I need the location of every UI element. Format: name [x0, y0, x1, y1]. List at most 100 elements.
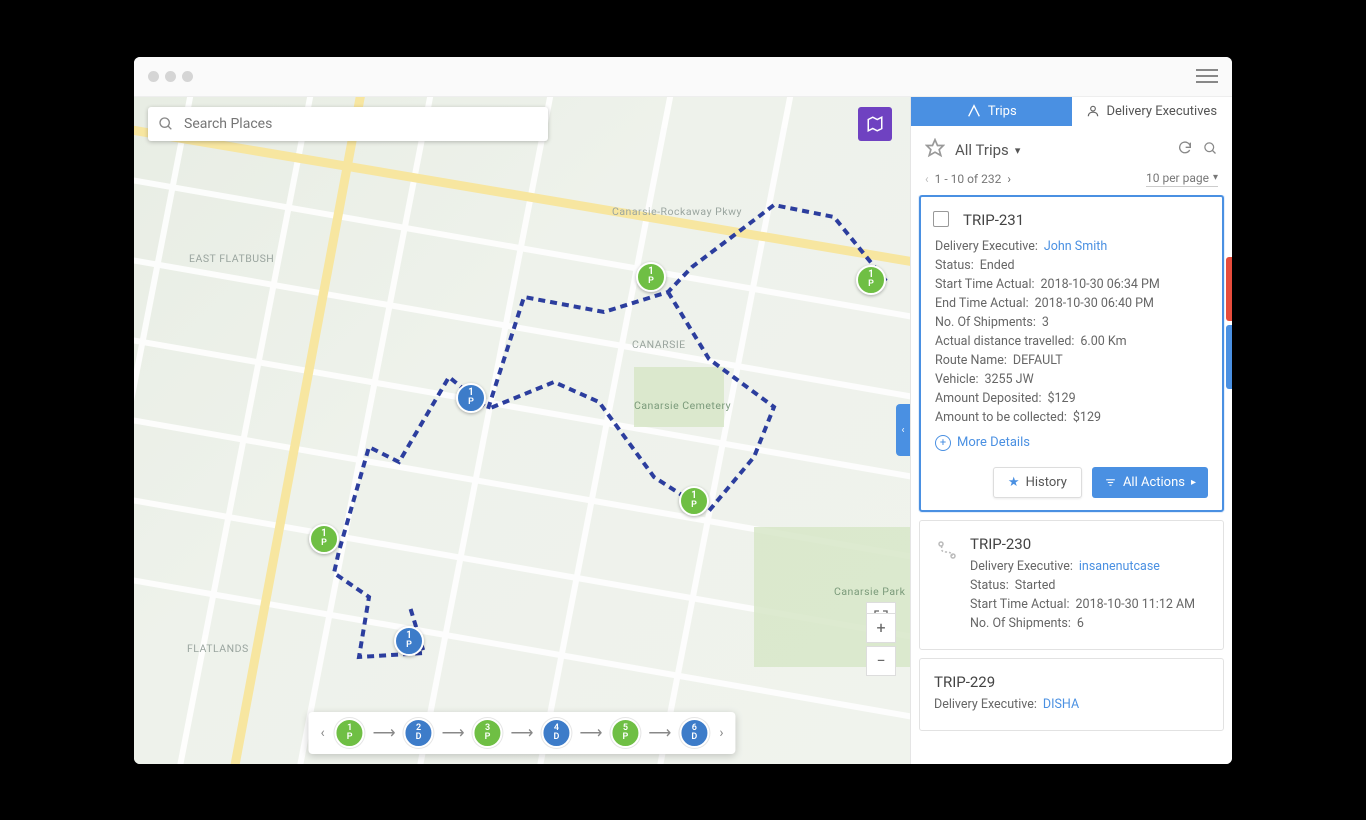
value: 2018-10-30 11:12 AM [1076, 597, 1196, 612]
value: $129 [1048, 391, 1076, 406]
label: Delivery Executive: [935, 239, 1038, 254]
executive-link[interactable]: John Smith [1044, 239, 1107, 254]
search-button[interactable] [1203, 141, 1218, 160]
label: Delivery Executive: [934, 697, 1037, 712]
map-label-cemetery: Canarsie Cemetery [634, 399, 731, 412]
value: 2018-10-30 06:40 PM [1035, 296, 1154, 311]
map-label-flatbush: EAST FLATBUSH [189, 252, 274, 265]
value: DEFAULT [1013, 353, 1063, 368]
arrow-right-icon: ⟶ [373, 723, 396, 742]
value: 3 [1042, 315, 1049, 330]
zoom-in-button[interactable]: + [866, 613, 896, 643]
tab-executives-label: Delivery Executives [1106, 104, 1217, 119]
plus-circle-icon: + [935, 435, 951, 451]
value: 2018-10-30 06:34 PM [1041, 277, 1160, 292]
all-actions-button[interactable]: All Actions ▸ [1092, 467, 1208, 498]
search-input[interactable] [184, 116, 538, 132]
chevron-left-icon: ‹ [901, 425, 904, 436]
label: No. Of Shipments: [935, 315, 1036, 330]
map-marker[interactable]: 1P [456, 383, 486, 413]
tab-trips[interactable]: Trips [911, 97, 1072, 126]
map-layers-button[interactable] [858, 107, 892, 141]
history-button[interactable]: ★ History [993, 467, 1082, 498]
value: 3255 JW [984, 372, 1033, 387]
chevron-down-icon: ▾ [1213, 172, 1218, 183]
label: Actual distance travelled: [935, 334, 1074, 349]
label: Status: [970, 578, 1009, 593]
label: End Time Actual: [935, 296, 1029, 311]
stops-prev-button[interactable]: ‹ [318, 725, 326, 741]
filter-icon [1104, 476, 1117, 489]
search-icon [1203, 141, 1218, 156]
star-icon: ★ [1008, 475, 1020, 490]
label: Status: [935, 258, 974, 273]
filter-title-label: All Trips [955, 141, 1009, 159]
value: Started [1015, 578, 1056, 593]
scroll-indicator[interactable] [1226, 257, 1232, 321]
value: Ended [980, 258, 1015, 273]
route-icon [934, 537, 960, 563]
sidebar-panel: Trips Delivery Executives All Trips ▾ [910, 97, 1232, 764]
stop-chip[interactable]: 5P [610, 718, 640, 748]
executive-link[interactable]: DISHA [1043, 697, 1079, 712]
map-marker[interactable]: 1P [679, 486, 709, 516]
map-label-pkwy: Canarsie-Rockaway Pkwy [612, 205, 742, 218]
label: No. Of Shipments: [970, 616, 1071, 631]
refresh-button[interactable] [1177, 140, 1193, 160]
executive-link[interactable]: insanenutcase [1079, 559, 1160, 574]
map-label-canarsie: CANARSIE [632, 338, 686, 351]
stop-chip[interactable]: 6D [679, 718, 709, 748]
search-input-container [148, 107, 548, 141]
map-marker[interactable]: 1P [856, 265, 886, 295]
map-canvas[interactable]: Canarsie-Rockaway Pkwy EAST FLATBUSH CAN… [134, 97, 910, 764]
trip-select-checkbox[interactable] [933, 211, 949, 227]
minus-icon: − [876, 651, 885, 670]
more-details-label: More Details [957, 435, 1030, 450]
scroll-indicator[interactable] [1226, 325, 1232, 389]
favorite-button[interactable] [925, 138, 945, 163]
tab-trips-label: Trips [988, 104, 1017, 119]
map-roads-underlay [134, 97, 910, 764]
trip-id: TRIP-230 [970, 535, 1209, 553]
all-actions-label: All Actions [1123, 475, 1185, 490]
window-controls[interactable] [148, 71, 193, 82]
chevron-down-icon: ▾ [1015, 144, 1021, 157]
arrow-right-icon: ⟶ [511, 723, 534, 742]
page-prev-button[interactable]: ‹ [925, 172, 929, 186]
filter-dropdown[interactable]: All Trips ▾ [955, 141, 1167, 159]
map-marker[interactable]: 1P [309, 524, 339, 554]
trip-card-selected[interactable]: TRIP-231 Delivery Executive:John Smith S… [919, 195, 1224, 512]
more-details-button[interactable]: + More Details [935, 435, 1208, 451]
arrow-right-icon: ⟶ [579, 723, 602, 742]
stop-chip[interactable]: 1P [335, 718, 365, 748]
plus-icon: + [876, 618, 885, 637]
stop-chip[interactable]: 3P [473, 718, 503, 748]
route-icon [966, 103, 982, 119]
page-next-button[interactable]: › [1007, 172, 1011, 186]
map-marker[interactable]: 1P [394, 626, 424, 656]
per-page-dropdown[interactable]: 10 per page ▾ [1146, 171, 1218, 187]
stop-chip[interactable]: 2D [404, 718, 434, 748]
stop-chip[interactable]: 4D [541, 718, 571, 748]
page-range-label: 1 - 10 of 232 [935, 172, 1002, 186]
stops-next-button[interactable]: › [717, 725, 725, 741]
zoom-out-button[interactable]: − [866, 646, 896, 676]
map-marker[interactable]: 1P [636, 262, 666, 292]
stops-sequence-bar: ‹ 1P⟶2D⟶3P⟶4D⟶5P⟶6D › [308, 712, 735, 754]
trip-card[interactable]: TRIP-229 Delivery Executive:DISHA [919, 658, 1224, 731]
map-label-park: Canarsie Park [834, 585, 905, 598]
user-icon [1086, 104, 1100, 118]
trip-card[interactable]: TRIP-230 Delivery Executive: insanenutcas… [919, 520, 1224, 650]
window-titlebar [134, 57, 1232, 97]
value: 6.00 Km [1080, 334, 1126, 349]
refresh-icon [1177, 140, 1193, 156]
sidebar-collapse-handle[interactable]: ‹ [896, 404, 910, 456]
arrow-right-icon: ⟶ [442, 723, 465, 742]
tab-executives[interactable]: Delivery Executives [1072, 97, 1233, 126]
per-page-label: 10 per page [1146, 171, 1209, 185]
trip-list: TRIP-231 Delivery Executive:John Smith S… [911, 195, 1232, 764]
label: Delivery Executive: [970, 559, 1073, 574]
history-label: History [1026, 475, 1067, 490]
menu-icon[interactable] [1196, 69, 1218, 83]
value: $129 [1073, 410, 1101, 425]
